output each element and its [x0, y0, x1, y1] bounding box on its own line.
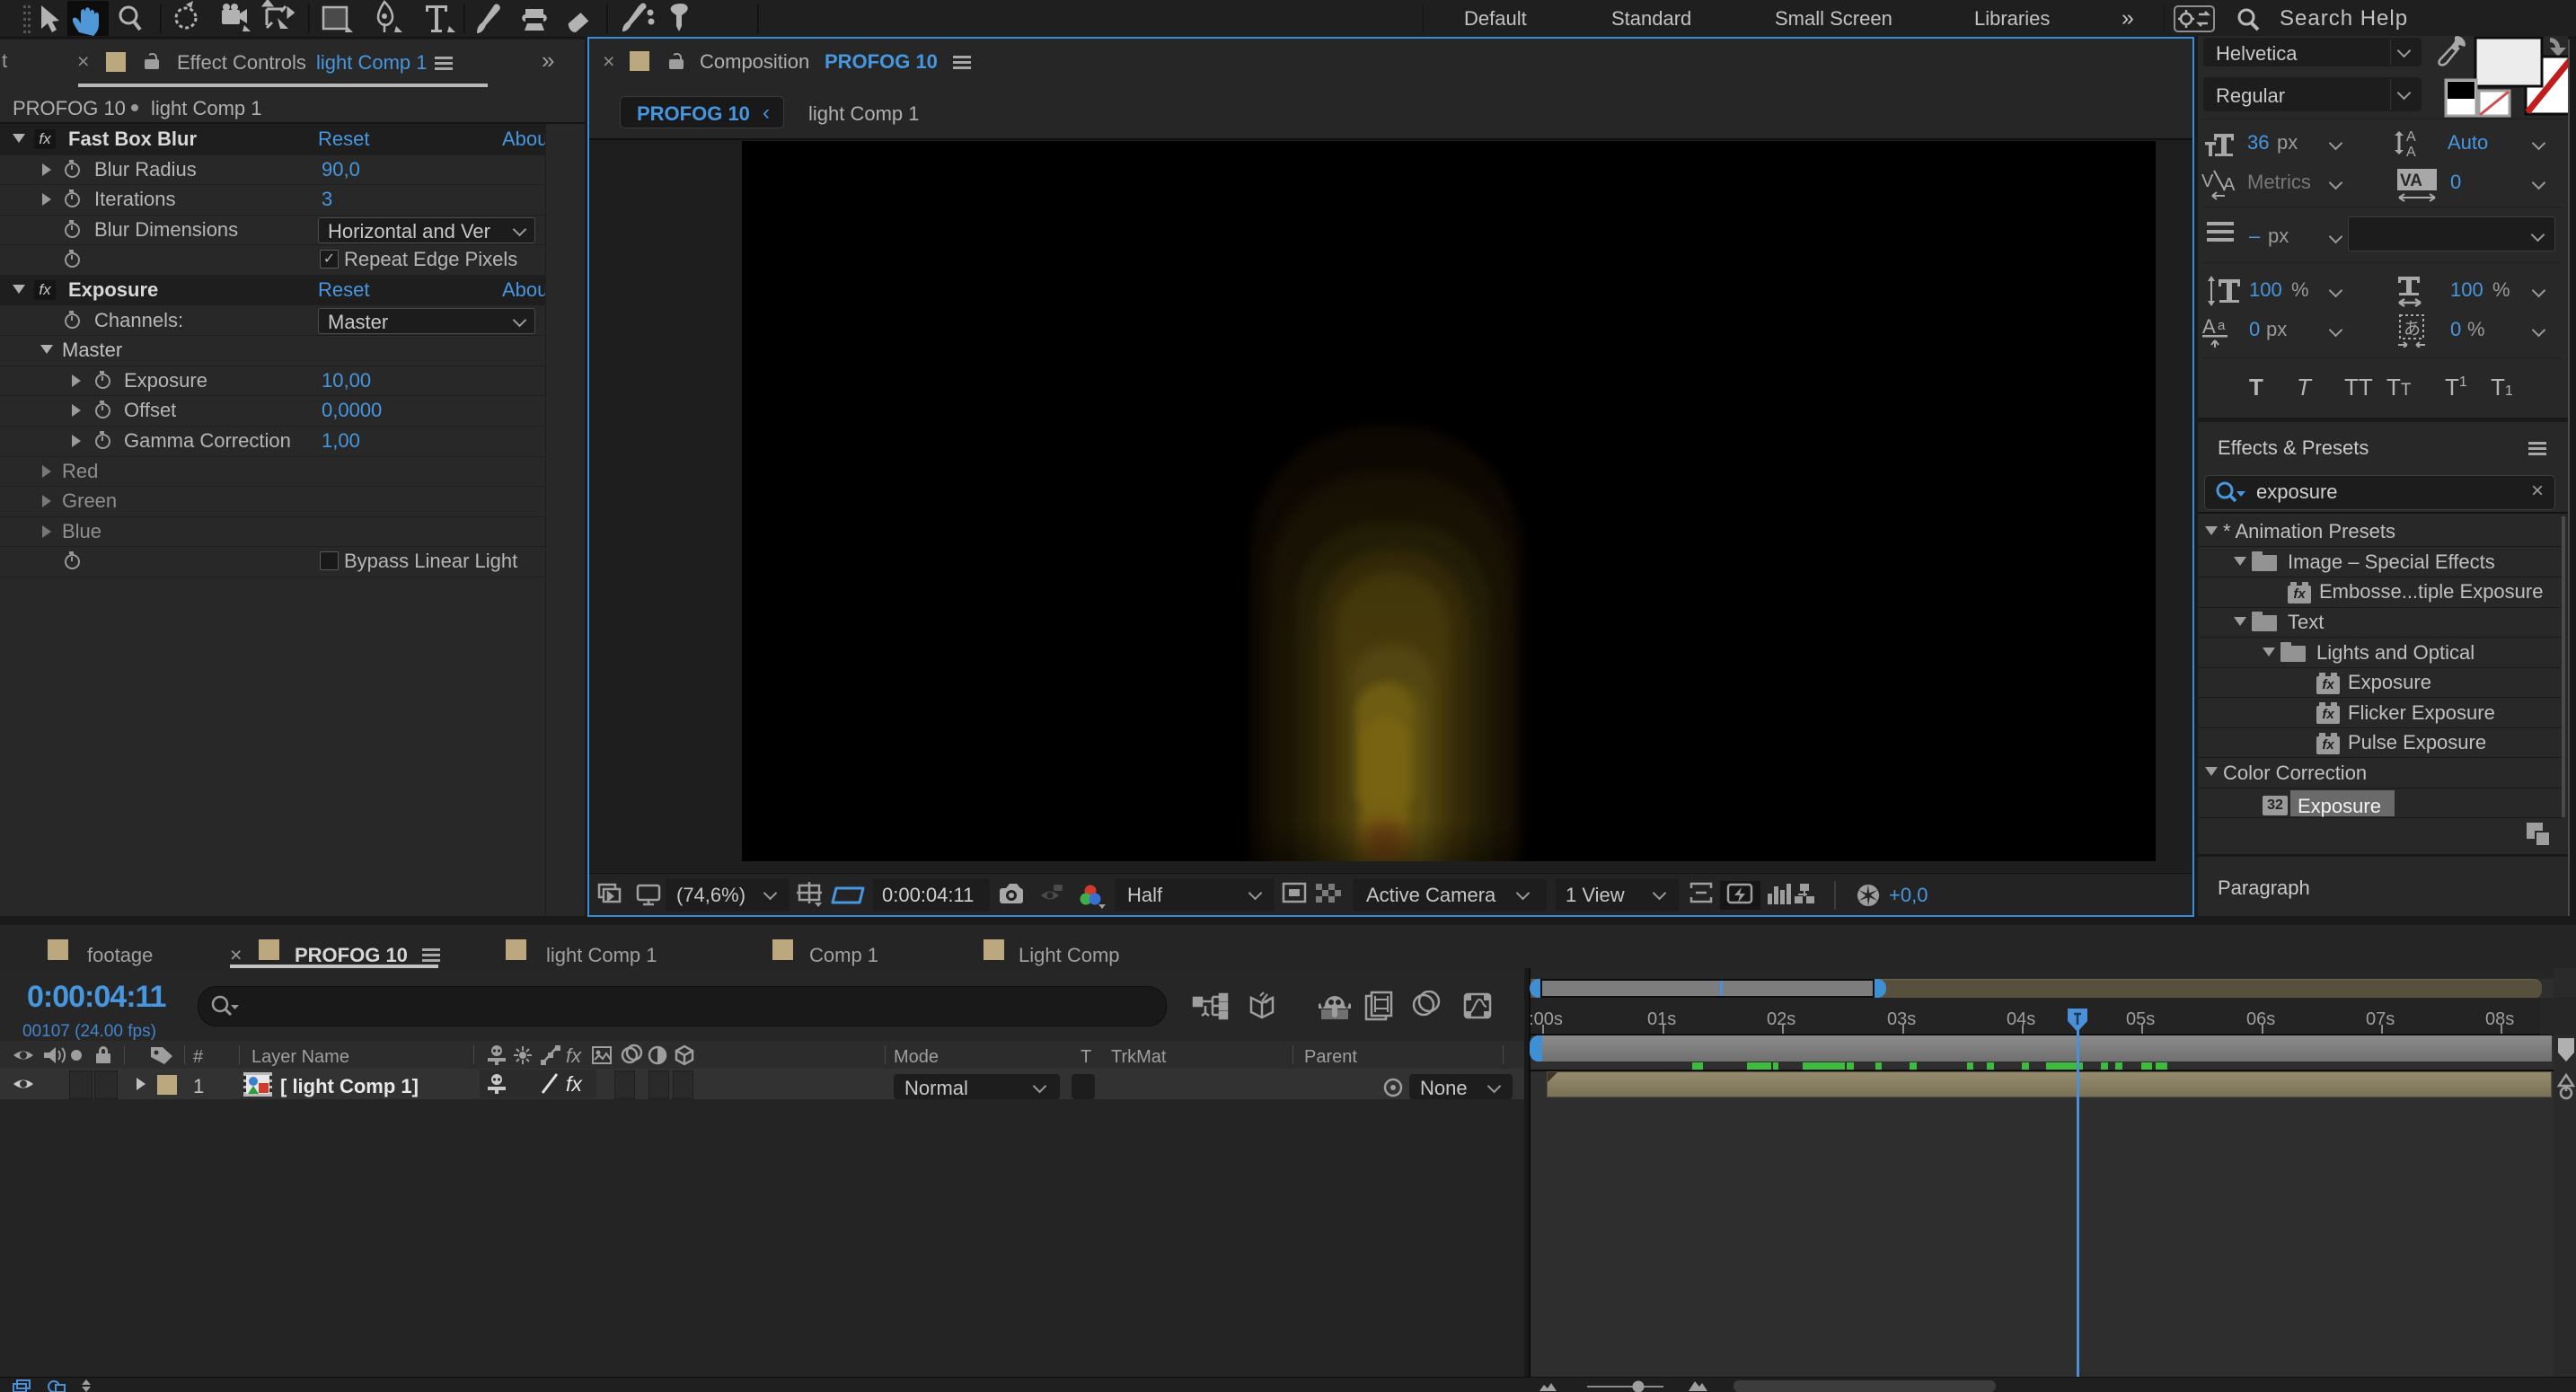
svg-text:a: a — [2218, 318, 2226, 333]
svg-text:あ: あ — [2404, 320, 2421, 339]
svg-text:A: A — [2406, 145, 2416, 160]
svg-text:A: A — [2406, 129, 2416, 145]
svg-text:VA: VA — [2400, 172, 2422, 190]
svg-text:A: A — [2223, 175, 2236, 195]
svg-text:V: V — [2201, 172, 2214, 191]
svg-text:fx: fx — [566, 1044, 582, 1067]
svg-text:A: A — [2202, 315, 2216, 338]
svg-text:fx: fx — [566, 1072, 583, 1096]
